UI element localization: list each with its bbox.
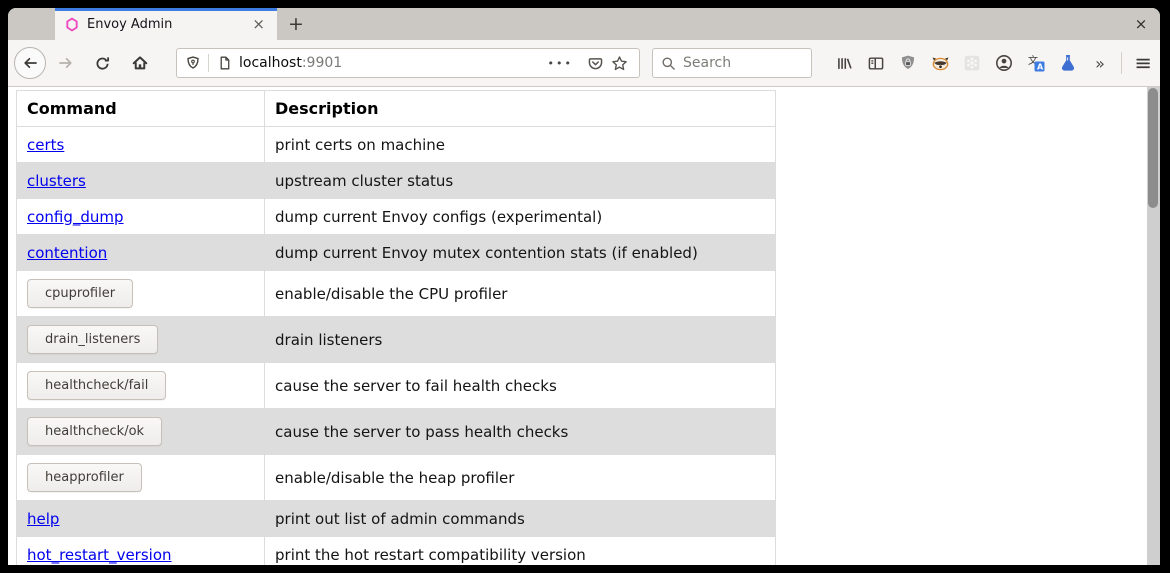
clusters-link[interactable]: clusters	[27, 172, 86, 190]
extension-flask-button[interactable]	[1054, 49, 1082, 77]
raccoon-extension-icon	[931, 55, 950, 72]
envoy-favicon-icon	[65, 17, 79, 32]
table-row: config_dump dump current Envoy configs (…	[17, 199, 776, 235]
table-row: clusters upstream cluster status	[17, 163, 776, 199]
table-row: drain_listeners drain listeners	[17, 317, 776, 363]
row-description: dump current Envoy mutex contention stat…	[265, 235, 776, 271]
row-description: cause the server to fail health checks	[265, 363, 776, 409]
shield-lock-icon	[899, 54, 917, 72]
extension-translate-button[interactable]: 文 A	[1022, 49, 1050, 77]
page-content: Command Description certs print certs on…	[8, 87, 1160, 565]
url-text: localhost:9901	[239, 55, 548, 71]
reload-button[interactable]	[88, 49, 116, 77]
vertical-scrollbar-thumb[interactable]	[1148, 88, 1158, 208]
browser-window: Envoy Admin × + ×	[8, 8, 1160, 565]
table-row: healthcheck/ok cause the server to pass …	[17, 409, 776, 455]
pocket-button[interactable]	[583, 49, 607, 77]
tab-title: Envoy Admin	[87, 17, 248, 32]
healthcheck-ok-button[interactable]: healthcheck/ok	[27, 417, 162, 446]
close-icon: ×	[1135, 15, 1148, 33]
disabled-extension-icon	[963, 54, 981, 72]
forward-arrow-icon	[58, 55, 74, 71]
url-bar[interactable]: localhost:9901 •••	[176, 48, 640, 78]
home-button[interactable]	[126, 49, 154, 77]
command-column-header: Command	[17, 91, 265, 127]
table-row: cpuprofiler enable/disable the CPU profi…	[17, 271, 776, 317]
translate-extension-icon: 文 A	[1027, 54, 1045, 72]
row-description: print certs on machine	[265, 127, 776, 163]
extension-shield-lock-button[interactable]	[894, 49, 922, 77]
urlbar-divider	[208, 54, 209, 72]
extension-disabled-button[interactable]	[958, 49, 986, 77]
forward-button[interactable]	[52, 49, 80, 77]
tab-envoy-admin[interactable]: Envoy Admin ×	[55, 8, 277, 40]
back-arrow-icon	[22, 55, 38, 71]
row-description: enable/disable the CPU profiler	[265, 271, 776, 317]
library-button[interactable]	[830, 49, 858, 77]
table-row: help print out list of admin commands	[17, 501, 776, 537]
tab-bar: Envoy Admin × + ×	[8, 8, 1160, 40]
back-button[interactable]	[14, 47, 46, 79]
admin-commands-table: Command Description certs print certs on…	[16, 90, 776, 565]
overflow-menu-button[interactable]: »	[1086, 49, 1114, 77]
drain-listeners-button[interactable]: drain_listeners	[27, 325, 158, 354]
table-row: healthcheck/fail cause the server to fai…	[17, 363, 776, 409]
library-icon	[835, 55, 853, 72]
config-dump-link[interactable]: config_dump	[27, 208, 124, 226]
flask-extension-icon	[1059, 54, 1077, 72]
account-icon	[995, 54, 1013, 72]
new-tab-button[interactable]: +	[282, 11, 310, 37]
hamburger-icon: ≡	[1134, 51, 1152, 75]
vertical-scrollbar-track[interactable]	[1147, 87, 1160, 565]
account-button[interactable]	[990, 49, 1018, 77]
table-header-row: Command Description	[17, 91, 776, 127]
url-host: localhost	[239, 55, 302, 71]
star-icon	[611, 55, 628, 72]
reload-icon	[94, 55, 111, 72]
search-icon	[661, 56, 676, 71]
page-actions-button[interactable]: •••	[548, 57, 573, 70]
pocket-icon	[587, 55, 604, 72]
row-description: cause the server to pass health checks	[265, 409, 776, 455]
home-icon	[131, 54, 149, 72]
table-row: certs print certs on machine	[17, 127, 776, 163]
double-chevron-icon: »	[1095, 54, 1105, 73]
hamburger-menu-button[interactable]: ≡	[1128, 49, 1158, 77]
window-close-button[interactable]: ×	[1130, 11, 1152, 37]
table-row: hot_restart_version print the hot restar…	[17, 537, 776, 566]
contention-link[interactable]: contention	[27, 244, 107, 262]
row-description: dump current Envoy configs (experimental…	[265, 199, 776, 235]
svg-text:A: A	[1037, 63, 1044, 72]
row-description: enable/disable the heap profiler	[265, 455, 776, 501]
extension-raccoon-button[interactable]	[926, 49, 954, 77]
tab-close-icon[interactable]: ×	[248, 15, 269, 33]
row-description: drain listeners	[265, 317, 776, 363]
sidebar-icon	[867, 55, 885, 72]
page-info-icon	[217, 55, 232, 71]
row-description: print out list of admin commands	[265, 501, 776, 537]
healthcheck-fail-button[interactable]: healthcheck/fail	[27, 371, 166, 400]
tracking-protection-shield-icon	[185, 55, 201, 72]
cpuprofiler-button[interactable]: cpuprofiler	[27, 279, 133, 308]
row-description: upstream cluster status	[265, 163, 776, 199]
row-description: print the hot restart compatibility vers…	[265, 537, 776, 566]
search-input[interactable]	[683, 55, 793, 71]
heapprofiler-button[interactable]: heapprofiler	[27, 463, 142, 492]
navigation-toolbar: localhost:9901 •••	[8, 40, 1160, 87]
search-box[interactable]	[652, 48, 812, 78]
table-row: contention dump current Envoy mutex cont…	[17, 235, 776, 271]
description-column-header: Description	[265, 91, 776, 127]
url-port: :9901	[302, 55, 342, 71]
toolbar-icon-row: 文 A »	[826, 49, 1114, 77]
table-row: heapprofiler enable/disable the heap pro…	[17, 455, 776, 501]
hot-restart-version-link[interactable]: hot_restart_version	[27, 546, 172, 564]
certs-link[interactable]: certs	[27, 136, 64, 154]
plus-icon: +	[288, 13, 304, 35]
help-link[interactable]: help	[27, 510, 59, 528]
toolbar-separator	[1121, 52, 1122, 74]
sidebar-button[interactable]	[862, 49, 890, 77]
bookmark-star-button[interactable]	[607, 49, 631, 77]
